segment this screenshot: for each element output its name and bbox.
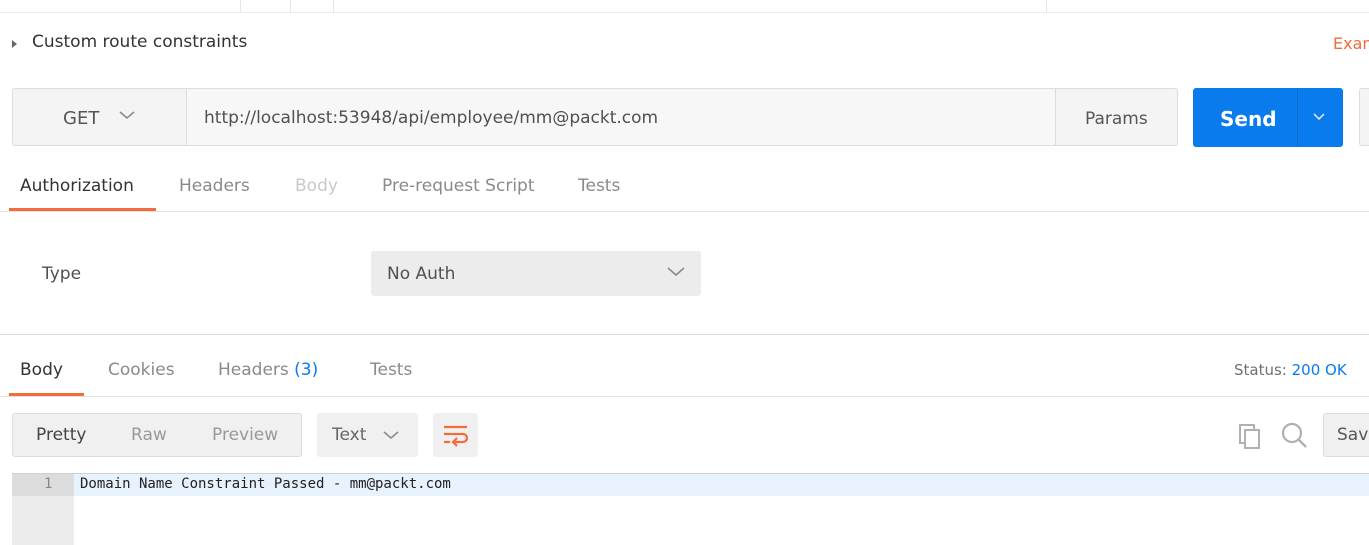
response-tab-headers-label: Headers <box>218 360 289 380</box>
wrap-lines-icon <box>444 425 469 447</box>
tab-pre-request-script[interactable]: Pre-request Script <box>382 176 535 196</box>
chevron-down-icon <box>1313 113 1325 121</box>
caret-right-icon[interactable] <box>12 40 17 48</box>
examples-link[interactable]: Examples <box>1333 34 1369 53</box>
method-label: GET <box>63 108 100 129</box>
auth-type-value: No Auth <box>387 264 456 284</box>
line-number: 1 <box>44 476 53 492</box>
strip-divider <box>290 0 291 12</box>
strip-divider <box>1046 0 1047 12</box>
response-tab-cookies[interactable]: Cookies <box>108 360 175 380</box>
active-line-gutter <box>12 474 74 496</box>
view-pretty-button[interactable]: Pretty <box>36 425 86 445</box>
view-raw-button[interactable]: Raw <box>131 425 167 445</box>
params-label: Params <box>1085 109 1148 129</box>
tab-tests[interactable]: Tests <box>578 176 620 196</box>
section-divider <box>0 334 1369 335</box>
response-body-border <box>12 473 1369 474</box>
active-tab-indicator <box>9 393 84 396</box>
status-value: 200 OK <box>1291 361 1347 379</box>
format-value: Text <box>332 425 367 445</box>
headers-count-badge: (3) <box>294 360 319 380</box>
save-response-label: Save <box>1337 425 1369 445</box>
top-strip <box>0 0 1369 13</box>
send-label: Send <box>1220 107 1277 131</box>
strip-divider <box>333 0 334 12</box>
auth-type-label: Type <box>42 264 82 284</box>
url-text: http://localhost:53948/api/employee/mm@p… <box>204 108 659 128</box>
search-icon[interactable] <box>1279 420 1309 450</box>
tab-headers[interactable]: Headers <box>179 176 250 196</box>
response-tab-tests[interactable]: Tests <box>370 360 412 380</box>
response-tabs <box>0 345 1369 397</box>
save-button-edge[interactable] <box>1359 88 1369 146</box>
active-tab-indicator <box>9 208 156 211</box>
chevron-down-icon <box>119 111 135 120</box>
response-body-line[interactable]: Domain Name Constraint Passed - mm@packt… <box>80 476 451 492</box>
view-preview-button[interactable]: Preview <box>212 425 278 445</box>
response-status: Status: 200 OK <box>1234 361 1347 379</box>
response-tab-body[interactable]: Body <box>20 360 63 380</box>
status-label: Status: <box>1234 361 1287 379</box>
tab-body[interactable]: Body <box>295 176 338 196</box>
strip-divider <box>240 0 241 12</box>
chevron-down-icon <box>667 267 685 277</box>
send-divider <box>1297 88 1298 147</box>
request-name[interactable]: Custom route constraints <box>32 32 247 52</box>
chevron-down-icon <box>383 431 399 440</box>
tab-authorization[interactable]: Authorization <box>20 176 134 196</box>
response-tab-headers[interactable]: Headers (3) <box>218 360 318 380</box>
copy-icon[interactable] <box>1236 421 1266 451</box>
